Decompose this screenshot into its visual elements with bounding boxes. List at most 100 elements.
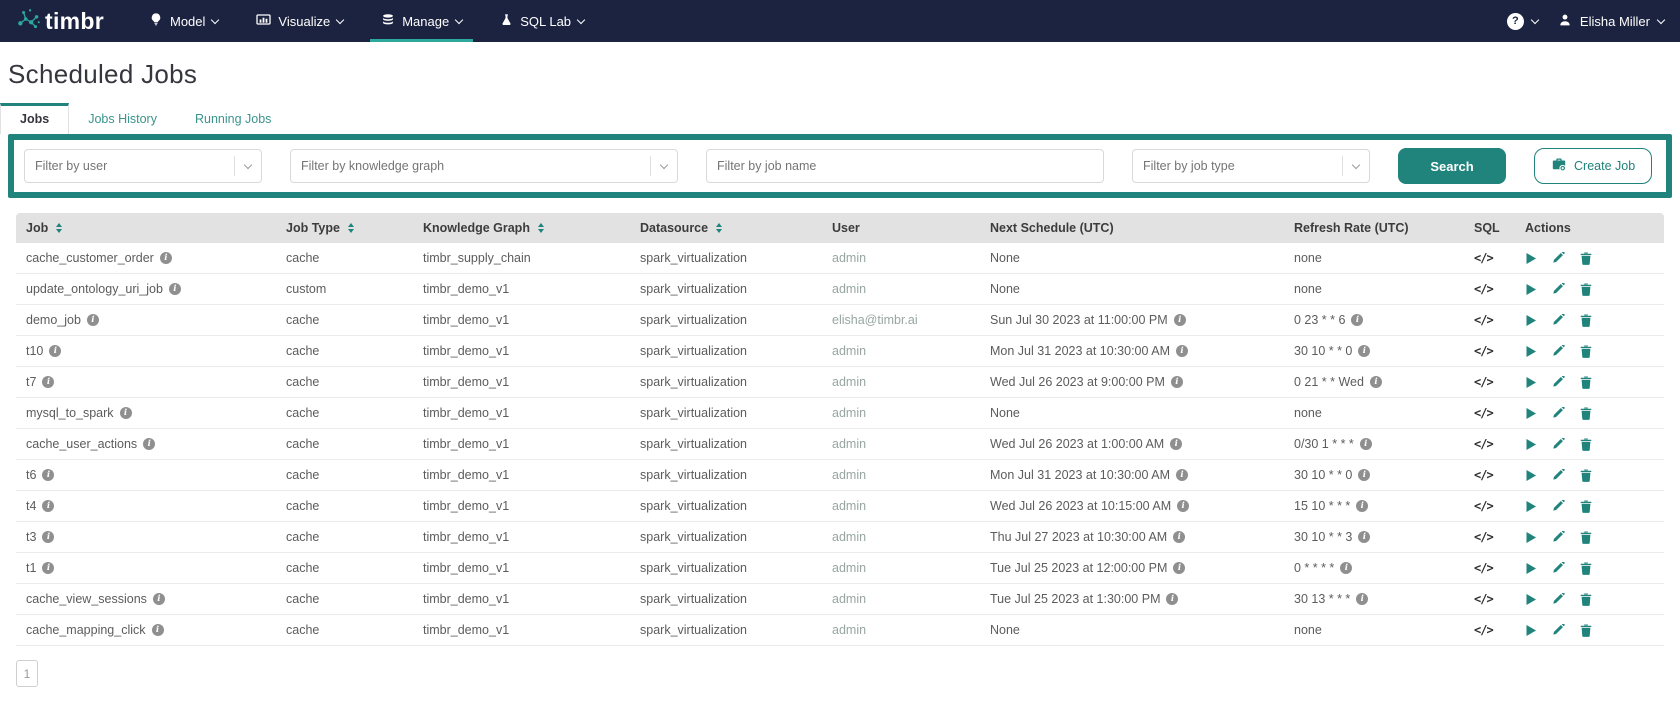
edit-job-button[interactable] — [1552, 282, 1565, 296]
nav-item-sql-lab[interactable]: SQL Lab — [481, 0, 603, 42]
info-icon[interactable]: i — [143, 438, 156, 450]
info-icon[interactable]: i — [119, 407, 132, 419]
run-job-button[interactable] — [1525, 376, 1537, 389]
filter-job-name-input[interactable] — [706, 149, 1104, 183]
info-icon[interactable]: i — [1176, 469, 1188, 481]
info-icon[interactable]: i — [168, 283, 181, 295]
sql-code-icon[interactable]: </> — [1474, 499, 1494, 513]
info-icon[interactable]: i — [159, 252, 172, 264]
sql-code-icon[interactable]: </> — [1474, 530, 1494, 544]
edit-job-button[interactable] — [1552, 623, 1565, 637]
sql-code-icon[interactable]: </> — [1474, 561, 1494, 575]
filter-user-select[interactable]: Filter by user — [24, 149, 262, 183]
info-icon[interactable]: i — [151, 624, 164, 636]
create-job-button[interactable]: Create Job — [1534, 148, 1653, 184]
run-job-button[interactable] — [1525, 283, 1537, 296]
sql-code-icon[interactable]: </> — [1474, 623, 1494, 637]
delete-job-button[interactable] — [1580, 438, 1592, 451]
delete-job-button[interactable] — [1580, 252, 1592, 265]
sql-code-icon[interactable]: </> — [1474, 251, 1494, 265]
delete-job-button[interactable] — [1580, 500, 1592, 513]
run-job-button[interactable] — [1525, 624, 1537, 637]
sql-code-icon[interactable]: </> — [1474, 282, 1494, 296]
delete-job-button[interactable] — [1580, 376, 1592, 389]
sql-code-icon[interactable]: </> — [1474, 375, 1494, 389]
run-job-button[interactable] — [1525, 593, 1537, 606]
tab-jobs-history[interactable]: Jobs History — [69, 104, 176, 134]
info-icon[interactable]: i — [42, 469, 55, 481]
edit-job-button[interactable] — [1552, 468, 1565, 482]
delete-job-button[interactable] — [1580, 593, 1592, 606]
info-icon[interactable]: i — [1173, 531, 1186, 543]
info-icon[interactable]: i — [152, 593, 165, 605]
info-icon[interactable]: i — [1177, 500, 1190, 512]
info-icon[interactable]: i — [1358, 345, 1371, 357]
run-job-button[interactable] — [1525, 345, 1537, 358]
edit-job-button[interactable] — [1552, 437, 1565, 451]
timbr-logo[interactable]: timbr — [16, 0, 104, 42]
edit-job-button[interactable] — [1552, 530, 1565, 544]
edit-job-button[interactable] — [1552, 561, 1565, 575]
info-icon[interactable]: i — [1176, 345, 1188, 357]
nav-item-visualize[interactable]: Visualize — [237, 0, 362, 42]
delete-job-button[interactable] — [1580, 345, 1592, 358]
sql-code-icon[interactable]: </> — [1474, 468, 1494, 482]
edit-job-button[interactable] — [1552, 251, 1565, 265]
info-icon[interactable]: i — [42, 500, 55, 512]
search-button[interactable]: Search — [1398, 148, 1506, 184]
info-icon[interactable]: i — [42, 531, 55, 543]
info-icon[interactable]: i — [1359, 438, 1372, 450]
run-job-button[interactable] — [1525, 562, 1537, 575]
filter-knowledge-graph-select[interactable]: Filter by knowledge graph — [290, 149, 678, 183]
run-job-button[interactable] — [1525, 438, 1537, 451]
tab-running-jobs[interactable]: Running Jobs — [176, 104, 290, 134]
column-header[interactable]: Datasource — [640, 221, 832, 235]
sql-code-icon[interactable]: </> — [1474, 313, 1494, 327]
column-header[interactable]: Knowledge Graph — [423, 221, 640, 235]
info-icon[interactable]: i — [86, 314, 99, 326]
delete-job-button[interactable] — [1580, 407, 1592, 420]
edit-job-button[interactable] — [1552, 313, 1565, 327]
delete-job-button[interactable] — [1580, 624, 1592, 637]
run-job-button[interactable] — [1525, 407, 1537, 420]
info-icon[interactable]: i — [1358, 469, 1371, 481]
info-icon[interactable]: i — [42, 562, 55, 574]
info-icon[interactable]: i — [1369, 376, 1382, 388]
edit-job-button[interactable] — [1552, 499, 1565, 513]
delete-job-button[interactable] — [1580, 469, 1592, 482]
delete-job-button[interactable] — [1580, 314, 1592, 327]
info-icon[interactable]: i — [1166, 593, 1179, 605]
sql-code-icon[interactable]: </> — [1474, 344, 1494, 358]
help-menu[interactable]: ? — [1506, 12, 1540, 30]
edit-job-button[interactable] — [1552, 344, 1565, 358]
run-job-button[interactable] — [1525, 314, 1537, 327]
nav-item-manage[interactable]: Manage — [362, 0, 481, 42]
filter-job-type-select[interactable]: Filter by job type — [1132, 149, 1370, 183]
sql-code-icon[interactable]: </> — [1474, 437, 1494, 451]
edit-job-button[interactable] — [1552, 375, 1565, 389]
page-button-1[interactable]: 1 — [16, 660, 38, 687]
nav-item-model[interactable]: Model — [130, 0, 237, 42]
run-job-button[interactable] — [1525, 252, 1537, 265]
info-icon[interactable]: i — [1340, 562, 1353, 574]
info-icon[interactable]: i — [1170, 376, 1183, 388]
info-icon[interactable]: i — [1356, 593, 1369, 605]
column-header[interactable]: Job — [26, 221, 286, 235]
info-icon[interactable]: i — [42, 376, 55, 388]
delete-job-button[interactable] — [1580, 283, 1592, 296]
info-icon[interactable]: i — [49, 345, 62, 357]
run-job-button[interactable] — [1525, 531, 1537, 544]
delete-job-button[interactable] — [1580, 562, 1592, 575]
info-icon[interactable]: i — [1173, 314, 1186, 326]
info-icon[interactable]: i — [1358, 531, 1371, 543]
run-job-button[interactable] — [1525, 500, 1537, 513]
edit-job-button[interactable] — [1552, 406, 1565, 420]
sql-code-icon[interactable]: </> — [1474, 592, 1494, 606]
column-header[interactable]: Job Type — [286, 221, 423, 235]
user-menu[interactable]: Elisha Miller — [1558, 13, 1666, 30]
info-icon[interactable]: i — [1173, 562, 1186, 574]
info-icon[interactable]: i — [1351, 314, 1364, 326]
edit-job-button[interactable] — [1552, 592, 1565, 606]
delete-job-button[interactable] — [1580, 531, 1592, 544]
info-icon[interactable]: i — [1170, 438, 1183, 450]
